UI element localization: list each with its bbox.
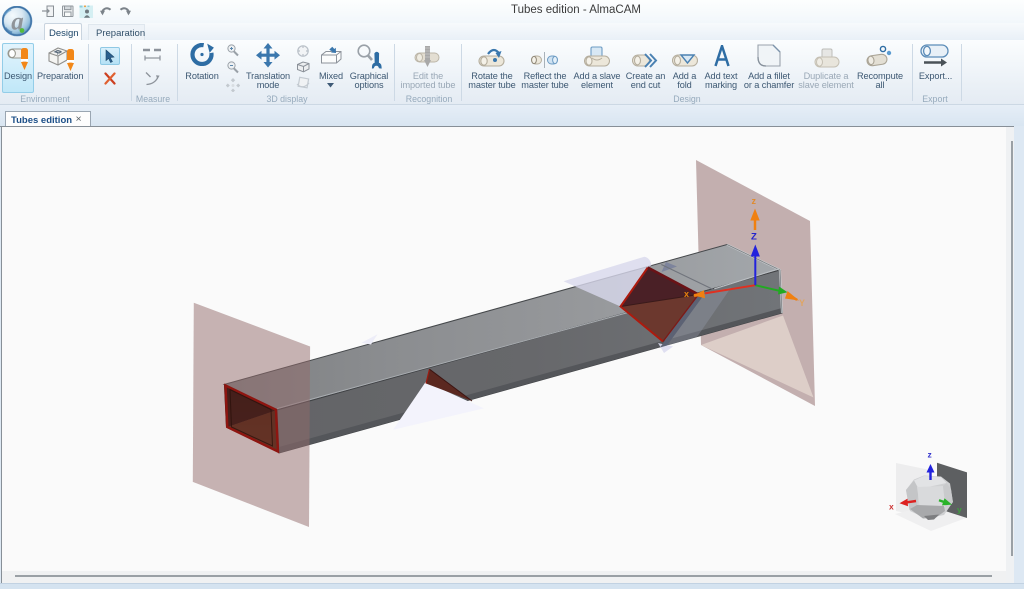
- svg-text:z: z: [928, 450, 932, 460]
- svg-text:Z: Z: [751, 232, 757, 243]
- svg-text:x: x: [889, 502, 894, 512]
- svg-text:y: y: [957, 505, 962, 515]
- svg-text:Y: Y: [799, 298, 805, 308]
- svg-text:z: z: [752, 196, 757, 206]
- svg-text:x: x: [684, 289, 689, 299]
